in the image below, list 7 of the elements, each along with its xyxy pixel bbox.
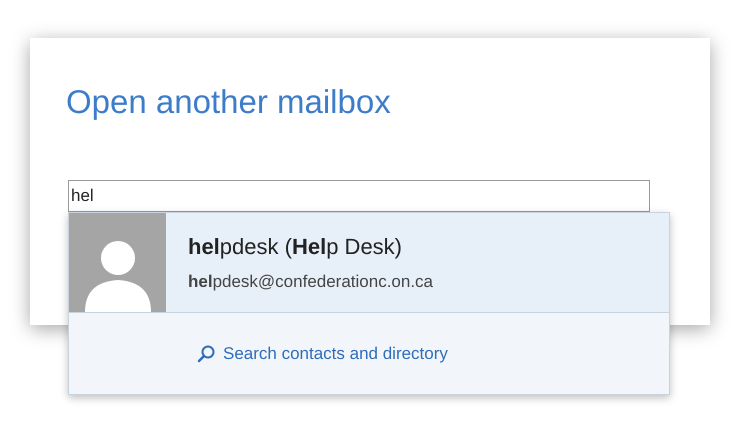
mailbox-input-field[interactable]: hel [68, 180, 650, 212]
contact-suggestion[interactable]: helpdesk (Help Desk) helpdesk@confederationc.on.ca [69, 213, 669, 312]
contact-name: helpdesk (Help Desk) [188, 233, 403, 262]
search-icon [197, 344, 215, 362]
search-directory-link[interactable]: Search contacts and directory [197, 340, 448, 366]
dialog-title: Open another mailbox [66, 82, 391, 122]
contact-email: helpdesk@confederationc.on.ca [188, 271, 434, 294]
